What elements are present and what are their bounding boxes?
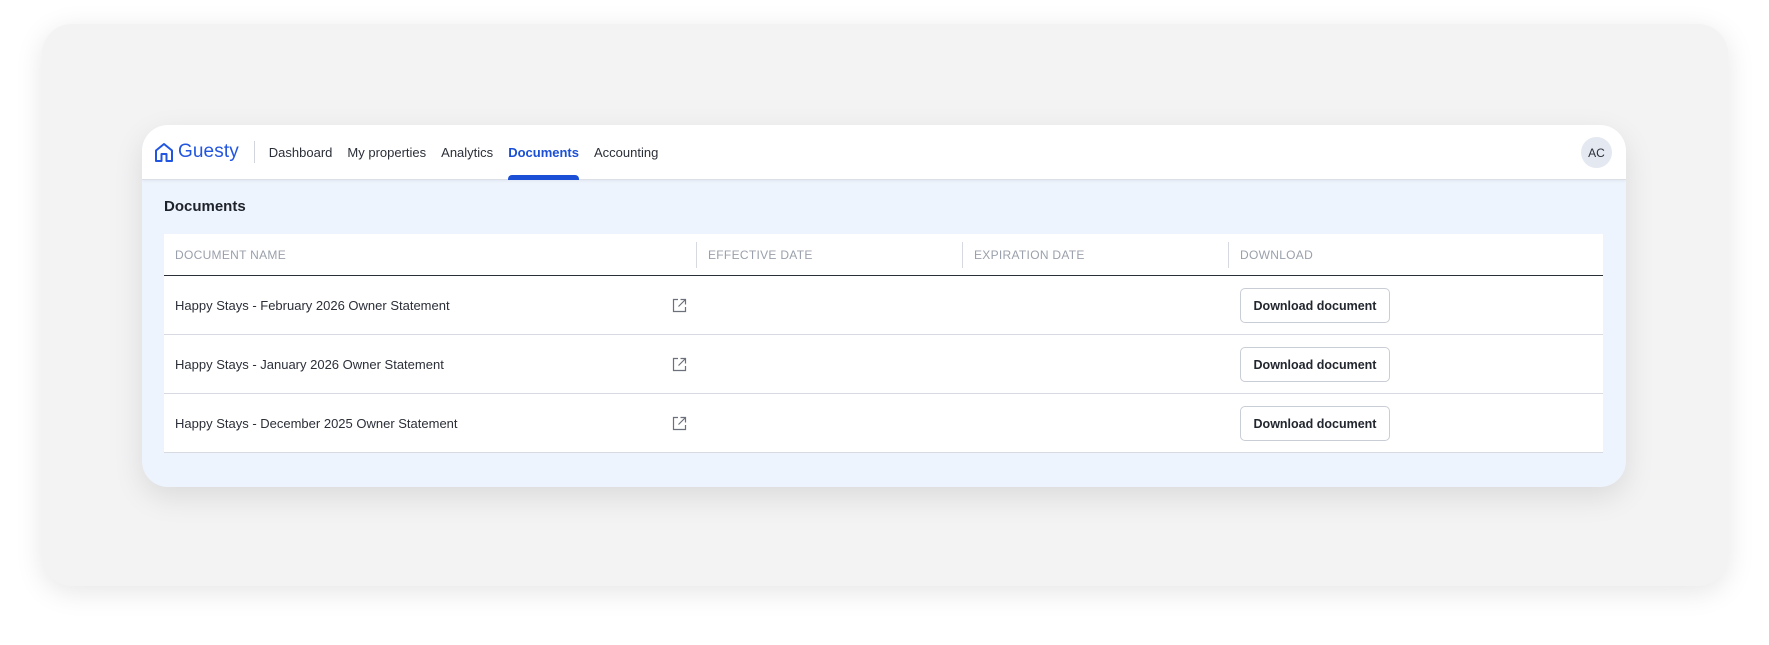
app-window: Guesty Dashboard My properties Analytics…	[142, 125, 1626, 487]
table-row: Happy Stays - December 2025 Owner Statem…	[164, 394, 1603, 453]
table-row: Happy Stays - February 2026 Owner Statem…	[164, 276, 1603, 335]
column-divider	[696, 242, 697, 268]
top-navigation: Guesty Dashboard My properties Analytics…	[142, 125, 1626, 180]
documents-table: DOCUMENT NAME EFFECTIVE DATE EXPIRATION …	[164, 234, 1603, 453]
column-divider	[1228, 242, 1229, 268]
logo-wordmark: Guesty	[178, 141, 239, 162]
external-link-icon[interactable]	[672, 298, 687, 313]
document-name: Happy Stays - January 2026 Owner Stateme…	[175, 356, 444, 372]
external-link-icon[interactable]	[672, 357, 687, 372]
document-name: Happy Stays - February 2026 Owner Statem…	[175, 297, 450, 313]
column-header-document-name[interactable]: DOCUMENT NAME	[175, 234, 286, 276]
column-header-download: DOWNLOAD	[1240, 248, 1314, 262]
nav-divider	[253, 141, 255, 163]
table-header: DOCUMENT NAME EFFECTIVE DATE EXPIRATION …	[164, 234, 1603, 276]
column-header-expiration-date[interactable]: EXPIRATION DATE	[974, 234, 1085, 276]
column-divider	[962, 242, 963, 268]
download-document-button[interactable]: Download document	[1240, 406, 1390, 441]
nav-item-dashboard[interactable]: Dashboard	[269, 125, 333, 179]
nav-item-analytics[interactable]: Analytics	[441, 125, 493, 179]
external-link-icon[interactable]	[672, 416, 687, 431]
page-title: Documents	[164, 198, 246, 215]
download-document-button[interactable]: Download document	[1240, 347, 1390, 382]
download-document-button[interactable]: Download document	[1240, 288, 1390, 323]
column-header-effective-date[interactable]: EFFECTIVE DATE	[708, 234, 813, 276]
logo[interactable]: Guesty	[154, 125, 239, 179]
nav-item-documents[interactable]: Documents	[508, 125, 579, 180]
house-logo-icon	[154, 142, 174, 163]
nav-item-accounting[interactable]: Accounting	[594, 125, 658, 179]
nav-item-my-properties[interactable]: My properties	[347, 125, 426, 179]
user-avatar[interactable]: AC	[1581, 137, 1612, 168]
table-row: Happy Stays - January 2026 Owner Stateme…	[164, 335, 1603, 394]
document-name: Happy Stays - December 2025 Owner Statem…	[175, 415, 458, 431]
